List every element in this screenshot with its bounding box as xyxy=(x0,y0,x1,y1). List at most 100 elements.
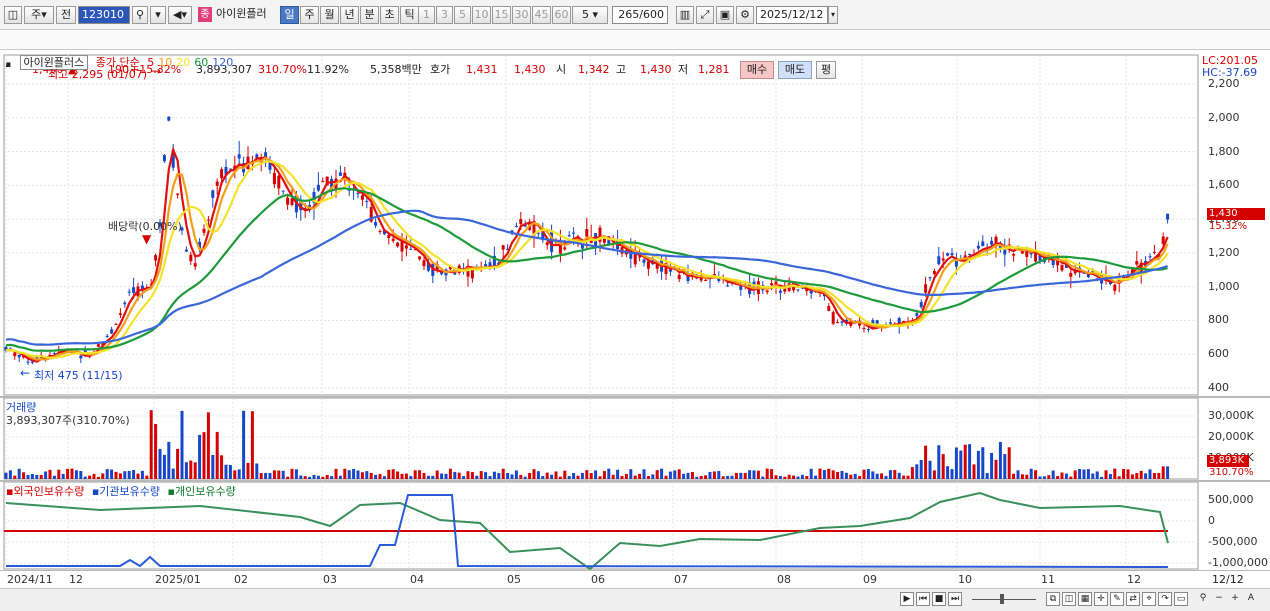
candle-body xyxy=(642,259,646,263)
grid-icon[interactable]: ▦ xyxy=(1078,592,1092,606)
volume-bar xyxy=(118,473,122,479)
minute-tab-5[interactable]: 5 xyxy=(454,6,471,24)
volume-bar xyxy=(910,467,914,479)
redo-icon[interactable]: ↷ xyxy=(1158,592,1172,606)
minute-tab-15[interactable]: 15 xyxy=(492,6,511,24)
zoom-out-icon[interactable]: − xyxy=(1212,592,1226,606)
candle-body xyxy=(765,290,769,293)
volume-bar xyxy=(35,474,39,479)
candle-body xyxy=(127,291,131,293)
volume-bar xyxy=(1095,471,1099,479)
volume-bar xyxy=(189,460,193,479)
tool-icon[interactable]: ⌖ xyxy=(1142,592,1156,606)
zoom-slider[interactable] xyxy=(972,599,1036,600)
period-tab-1[interactable]: 주 xyxy=(300,6,319,24)
candle-body xyxy=(237,154,241,159)
chart-type-icon[interactable]: ▥ xyxy=(676,6,694,24)
volume-bar xyxy=(400,473,404,479)
prev-button[interactable]: 전 xyxy=(56,6,76,24)
stock-name-field[interactable]: 아이윈플러 xyxy=(213,6,277,24)
period-tab-6[interactable]: 틱 xyxy=(400,6,419,24)
crosshair-icon[interactable]: ✛ xyxy=(1094,592,1108,606)
count-input[interactable]: 265/600 xyxy=(612,6,668,24)
speaker-icon[interactable]: ◀▾ xyxy=(168,6,192,24)
type-select[interactable]: 주▾ xyxy=(24,6,54,24)
compare-icon[interactable]: ⤢ xyxy=(696,6,714,24)
volume-bar xyxy=(611,474,615,479)
volume-bar xyxy=(215,431,219,479)
volume-bar xyxy=(1025,474,1029,479)
minute-tab-45[interactable]: 45 xyxy=(532,6,551,24)
candle-body xyxy=(1069,272,1073,277)
zoom-slider-thumb[interactable] xyxy=(1000,594,1004,604)
layout-icon[interactable]: ⧉ xyxy=(1046,592,1060,606)
code-input[interactable]: 123010 xyxy=(78,6,130,24)
gear-icon[interactable]: ⚙ xyxy=(736,6,754,24)
split-icon[interactable]: ◫ xyxy=(1062,592,1076,606)
window-icon[interactable]: ◫ xyxy=(4,6,22,24)
candle-body xyxy=(924,284,928,293)
volume-value-label: 3,893,307주(310.70%) xyxy=(6,414,130,427)
ma-line-5 xyxy=(5,146,1169,363)
volume-bar xyxy=(541,476,545,479)
volume-bar xyxy=(382,476,386,479)
price-tick-label: 1,200 xyxy=(1208,245,1240,259)
minute-tab-60[interactable]: 60 xyxy=(552,6,571,24)
period-tab-0[interactable]: 일 xyxy=(280,6,299,24)
volume-bar xyxy=(180,410,184,479)
rewind-icon[interactable]: ⏮ xyxy=(916,592,930,606)
volume-bar xyxy=(1113,468,1117,479)
zoom-icon[interactable]: ⚲ xyxy=(1196,592,1210,606)
current-price-tag: 1,430 xyxy=(1207,208,1265,220)
volume-bar xyxy=(462,476,466,479)
period-tab-4[interactable]: 분 xyxy=(360,6,379,24)
volume-bar xyxy=(800,474,804,479)
save-icon[interactable]: ▣ xyxy=(716,6,734,24)
search-icon[interactable]: ⚲ xyxy=(132,6,148,24)
chart-canvas[interactable] xyxy=(0,50,1270,590)
period-tab-3[interactable]: 년 xyxy=(340,6,359,24)
period-tab-5[interactable]: 초 xyxy=(380,6,399,24)
candle-body xyxy=(796,289,800,291)
date-dropdown-icon[interactable]: ▾ xyxy=(828,6,838,24)
volume-bar xyxy=(426,475,430,479)
minute-tab-1[interactable]: 1 xyxy=(418,6,435,24)
volume-bar xyxy=(827,468,831,479)
volume-bar xyxy=(704,475,708,479)
volume-bar xyxy=(950,469,954,479)
volume-holding-divider xyxy=(0,480,1270,482)
font-size-icon[interactable]: A xyxy=(1244,592,1258,606)
screen-icon[interactable]: ▭ xyxy=(1174,592,1188,606)
volume-bar xyxy=(968,444,972,479)
stop-icon[interactable]: ■ xyxy=(932,592,946,606)
volume-bar xyxy=(1126,469,1130,479)
x-axis-right-label: 12/12 xyxy=(1212,573,1244,586)
volume-bar xyxy=(110,469,114,479)
date-input[interactable]: 2025/12/12 xyxy=(756,6,828,24)
volume-bar xyxy=(831,470,835,479)
minute-tab-3[interactable]: 3 xyxy=(436,6,453,24)
minute-tab-10[interactable]: 10 xyxy=(472,6,491,24)
volume-bar xyxy=(673,470,677,479)
volume-bar xyxy=(440,473,444,479)
volume-bar xyxy=(277,470,281,479)
sync-icon[interactable]: ⇄ xyxy=(1126,592,1140,606)
minute-tab-30[interactable]: 30 xyxy=(512,6,531,24)
play-icon[interactable]: ▶ xyxy=(900,592,914,606)
volume-bar xyxy=(347,470,351,479)
zoom-in-icon[interactable]: + xyxy=(1228,592,1242,606)
candle-body xyxy=(726,285,730,287)
dropdown-icon[interactable]: ▾ xyxy=(150,6,166,24)
volume-bar xyxy=(998,441,1002,479)
volume-bar xyxy=(849,474,853,479)
fast-forward-icon[interactable]: ⏭ xyxy=(948,592,962,606)
volume-bar xyxy=(140,470,144,479)
volume-bar xyxy=(629,469,633,479)
minute-select[interactable]: 5 ▾ xyxy=(572,6,608,24)
volume-bar xyxy=(444,473,448,479)
draw-icon[interactable]: ✎ xyxy=(1110,592,1124,606)
x-axis-label: 04 xyxy=(410,573,424,586)
volume-bar xyxy=(409,476,413,479)
period-tab-2[interactable]: 월 xyxy=(320,6,339,24)
candle-body xyxy=(1135,261,1139,265)
